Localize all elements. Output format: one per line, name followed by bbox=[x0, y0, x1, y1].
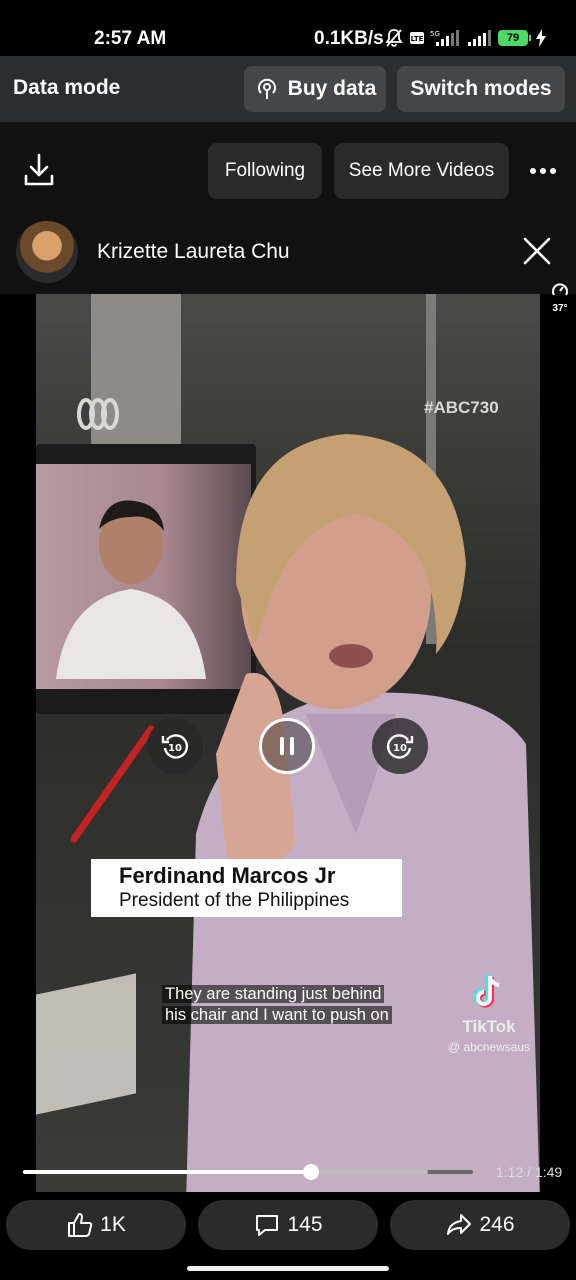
share-count: 246 bbox=[479, 1213, 515, 1236]
red-pen bbox=[70, 725, 155, 843]
like-button[interactable]: 1K bbox=[6, 1200, 186, 1250]
lower-third: Ferdinand Marcos Jr President of the Phi… bbox=[91, 859, 402, 917]
svg-text:LTE: LTE bbox=[411, 35, 424, 43]
comment-count: 145 bbox=[287, 1213, 323, 1236]
playback-speed-indicator[interactable]: 37° bbox=[546, 282, 574, 314]
home-indicator[interactable] bbox=[187, 1266, 389, 1271]
tiktok-handle: @ abcnewsaus bbox=[447, 1040, 531, 1054]
progress-track[interactable] bbox=[23, 1164, 473, 1180]
playback-speed-value: 37° bbox=[552, 303, 568, 314]
mute-bell-icon bbox=[385, 29, 403, 47]
switch-modes-label: Switch modes bbox=[410, 77, 552, 100]
progress-fill bbox=[23, 1170, 311, 1174]
svg-text:10: 10 bbox=[393, 743, 407, 754]
lower-third-title: President of the Philippines bbox=[119, 890, 350, 911]
share-button[interactable]: 246 bbox=[390, 1200, 570, 1250]
presenter-image bbox=[186, 434, 540, 1192]
desk-newspaper bbox=[36, 973, 136, 1115]
svg-text:10: 10 bbox=[168, 743, 182, 754]
share-icon bbox=[447, 1214, 472, 1235]
following-button[interactable]: Following bbox=[208, 143, 322, 199]
data-mode-title: Data mode bbox=[13, 76, 121, 99]
rewind-button[interactable]: 10 bbox=[147, 718, 203, 774]
comment-button[interactable]: 145 bbox=[198, 1200, 378, 1250]
following-label: Following bbox=[224, 160, 306, 181]
volte-icon: LTE bbox=[410, 32, 424, 44]
rewind-10-icon: 10 bbox=[161, 734, 189, 759]
battery-level: 79 bbox=[498, 30, 528, 46]
monitor-person-image bbox=[56, 500, 206, 679]
broadcast-icon bbox=[257, 78, 276, 99]
buy-data-button[interactable]: Buy data bbox=[244, 66, 386, 112]
signal-icon bbox=[468, 30, 491, 46]
tiktok-logo-icon bbox=[474, 975, 500, 1008]
see-more-videos-button[interactable]: See More Videos bbox=[334, 143, 509, 199]
status-icons: LTE 5G 79 bbox=[384, 28, 546, 48]
author-name[interactable]: Krizette Laureta Chu bbox=[97, 240, 290, 264]
battery-icon: 79 bbox=[498, 30, 531, 46]
timecode: 1:12 / 1:49 bbox=[496, 1164, 563, 1180]
charging-bolt-icon bbox=[536, 29, 546, 47]
caption-line-1: They are standing just behind bbox=[162, 985, 385, 1003]
progress-scrubber[interactable] bbox=[303, 1164, 319, 1180]
caption-line-2: his chair and I want to push on bbox=[162, 1006, 392, 1024]
download-icon[interactable] bbox=[22, 152, 56, 188]
pause-button[interactable] bbox=[259, 718, 315, 774]
speed-gauge-icon bbox=[552, 283, 568, 296]
tiktok-brand: TikTok bbox=[462, 1017, 516, 1036]
video-caption: They are standing just behind his chair … bbox=[162, 984, 392, 1026]
author-avatar[interactable] bbox=[16, 221, 78, 283]
pause-icon bbox=[280, 737, 294, 755]
comment-icon bbox=[256, 1215, 279, 1236]
lower-third-name: Ferdinand Marcos Jr bbox=[119, 863, 336, 888]
abc-logo-icon bbox=[77, 398, 119, 430]
status-bar: 2:57 AM 0.1KB/s LTE 5G 79 bbox=[0, 0, 576, 56]
buy-data-label: Buy data bbox=[287, 77, 377, 100]
more-options-icon[interactable] bbox=[528, 164, 558, 178]
thumbs-up-icon bbox=[68, 1213, 93, 1237]
forward-button[interactable]: 10 bbox=[372, 718, 428, 774]
svg-text:5G: 5G bbox=[430, 30, 440, 38]
tiktok-watermark: TikTok @ abcnewsaus bbox=[434, 974, 540, 1054]
status-time: 2:57 AM bbox=[94, 28, 167, 49]
video-header: Following See More Videos Krizette Laure… bbox=[0, 122, 576, 294]
see-more-videos-label: See More Videos bbox=[348, 160, 495, 181]
like-count: 1K bbox=[100, 1213, 126, 1236]
switch-modes-button[interactable]: Switch modes bbox=[397, 66, 565, 112]
signal-5g-icon: 5G bbox=[430, 30, 459, 46]
close-icon[interactable] bbox=[520, 234, 554, 268]
forward-10-icon: 10 bbox=[386, 734, 414, 759]
network-speed: 0.1KB/s bbox=[314, 28, 384, 49]
channel-hashtag: #ABC730 bbox=[424, 398, 499, 417]
data-mode-bar: Data mode Buy data Switch modes bbox=[0, 56, 576, 122]
video-player[interactable]: #ABC730 10 10 Ferdinand Marcos Jr Presid… bbox=[36, 294, 540, 1192]
